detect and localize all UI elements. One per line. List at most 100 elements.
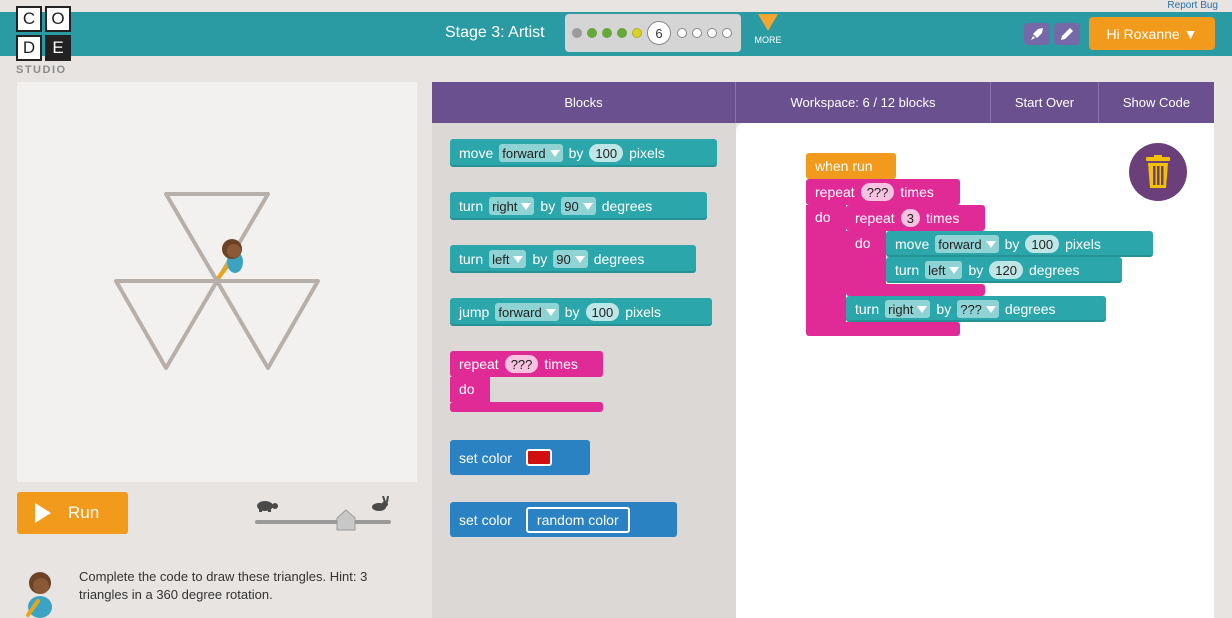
start-over-button[interactable]: Start Over [991,82,1099,123]
block-label: by [968,262,984,278]
outer-repeat-bottom [806,322,960,336]
block-label: by [936,301,952,317]
logo-letter: D [16,35,42,61]
repeat-count-input[interactable]: ??? [860,183,895,201]
level-dot[interactable] [707,28,717,38]
inner-repeat-header: repeat 3 times [846,205,965,231]
block-label: by [532,251,548,267]
block-label: by [1004,236,1020,252]
toolbox-set-random-color-block[interactable]: set color random color [450,502,677,537]
toolbox-move-block[interactable]: move forward by 100 pixels [450,139,717,167]
speed-slider[interactable] [254,495,392,532]
dropdown-arrow-icon [549,149,560,157]
direction-dropdown[interactable]: forward [935,235,999,253]
top-bar: Stage 3: Artist 6 MORE Hi Roxanne ▼ [0,12,1232,56]
toolbox-jump-block[interactable]: jump forward by 100 pixels [450,298,712,326]
report-bug-link[interactable]: Report Bug [1167,0,1218,11]
number-input[interactable]: 120 [989,261,1023,279]
direction-dropdown[interactable]: right [489,197,535,215]
block-label: move [895,236,930,252]
pencil-icon [1061,28,1073,40]
number-input[interactable]: 100 [1025,235,1060,253]
program-move-block[interactable]: move forward by 100 pixels [886,231,1153,257]
direction-dropdown[interactable]: right [885,300,931,318]
block-label: degrees [1004,301,1056,317]
program-turn-right-block[interactable]: turn right by ??? degrees [846,296,1106,322]
pencil-button[interactable] [1054,23,1080,45]
repeat-count-input[interactable]: 3 [900,209,920,227]
more-button[interactable]: MORE [752,14,784,45]
workspace-header: Blocks Workspace: 6 / 12 blocks Start Ov… [432,82,1214,123]
block-label: do [855,235,871,251]
workspace-status: Workspace: 6 / 12 blocks [736,82,991,123]
trash-button[interactable] [1129,143,1187,201]
repeat-block-header: repeat ??? times [450,351,584,377]
angle-dropdown[interactable]: ??? [957,300,999,318]
random-color-value[interactable]: random color [525,506,630,533]
inner-do-label: do [846,232,871,254]
outer-do-label: do [806,206,831,228]
slider-handle[interactable] [336,509,356,531]
user-menu-button[interactable]: Hi Roxanne ▼ [1089,17,1215,50]
direction-dropdown[interactable]: forward [499,144,563,162]
avatar [26,572,52,618]
current-level-dot[interactable]: 6 [647,21,671,45]
repeat-block-bottom [450,402,603,412]
rocket-button[interactable] [1024,23,1050,45]
dropdown-value: forward [938,236,982,252]
repeat-count-input[interactable]: ??? [504,355,539,373]
toolbox-turn-right-block[interactable]: turn right by 90 degrees [450,192,707,220]
more-label: MORE [754,35,782,45]
level-dot[interactable] [632,28,642,38]
level-dot[interactable] [692,28,702,38]
toolbox-set-color-block[interactable]: set color [450,440,590,475]
trash-icon [1146,155,1170,188]
logo-letter: O [45,6,71,32]
level-dot[interactable] [722,28,732,38]
dropdown-value: forward [502,145,546,161]
level-dot[interactable] [587,28,597,38]
angle-dropdown[interactable]: 90 [553,250,588,268]
rabbit-icon [372,495,389,511]
level-dot[interactable] [572,28,582,38]
logo-letter: E [45,35,71,61]
block-label: times [544,356,578,372]
block-label: degrees [1028,262,1080,278]
when-run-block[interactable]: when run [806,153,896,179]
dropdown-arrow-icon [582,202,593,210]
block-label: do [815,209,831,225]
number-input[interactable]: 100 [589,144,624,162]
number-input[interactable]: 100 [585,303,620,321]
block-label: pixels [629,145,665,161]
toolbox-turn-left-block[interactable]: turn left by 90 degrees [450,245,696,273]
slider-track [255,520,391,524]
direction-dropdown[interactable]: forward [495,303,559,321]
block-label: degrees [593,251,645,267]
block-label: set color [459,449,512,466]
level-dot[interactable] [602,28,612,38]
angle-dropdown[interactable]: 90 [561,197,596,215]
block-label: pixels [1065,236,1101,252]
direction-dropdown[interactable]: left [489,250,527,268]
block-label: by [564,304,580,320]
tab-blocks[interactable]: Blocks [432,82,736,123]
run-button[interactable]: Run [17,492,128,534]
color-swatch[interactable] [525,449,552,466]
show-code-button[interactable]: Show Code [1099,82,1214,123]
block-label: by [568,145,584,161]
level-dot[interactable] [677,28,687,38]
block-label: when run [815,158,873,174]
level-dot[interactable] [617,28,627,38]
turtle-icon [257,501,278,512]
dropdown-arrow-icon [949,266,960,274]
code-studio-logo[interactable]: C O D E STUDIO [16,6,72,76]
dropdown-arrow-icon [521,202,532,210]
block-label: jump [459,304,490,320]
repeat-do-label: do [450,378,475,400]
block-label: set color [459,511,512,528]
direction-dropdown[interactable]: left [925,261,963,279]
block-label: turn [895,262,920,278]
program-turn-left-block[interactable]: turn left by 120 degrees [886,257,1122,283]
block-label: by [540,198,556,214]
dropdown-arrow-icon [917,305,928,313]
